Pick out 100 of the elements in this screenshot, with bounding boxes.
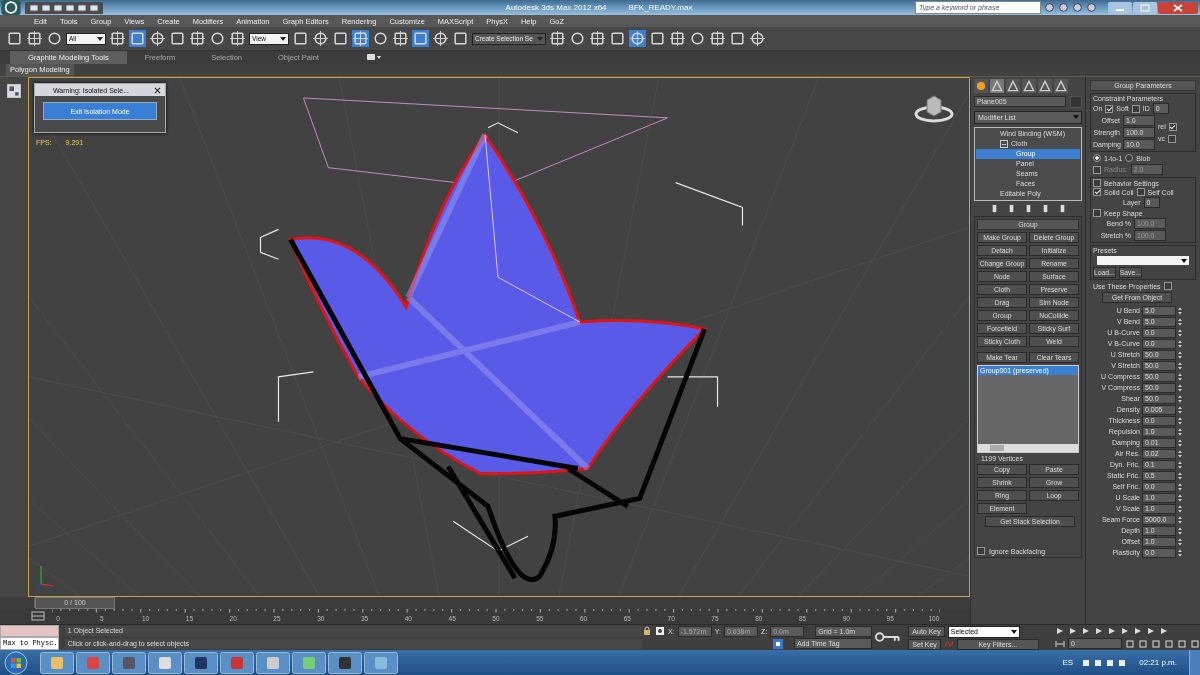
quick-access-icon[interactable]: [77, 2, 87, 13]
quick-access-icon[interactable]: [41, 2, 51, 13]
checkbox[interactable]: [1093, 188, 1101, 196]
checkbox[interactable]: [1093, 209, 1101, 217]
spinner-arrows-icon[interactable]: [1178, 328, 1182, 337]
spinner-arrows-icon[interactable]: [1178, 548, 1182, 557]
navigation-tool-icon[interactable]: [1177, 638, 1187, 649]
app-logo-icon[interactable]: [0, 0, 22, 15]
taskbar-app-icon[interactable]: [256, 651, 290, 674]
toolbar-tool-icon[interactable]: [689, 30, 706, 47]
start-button-icon[interactable]: [4, 650, 28, 675]
spinner-arrows-icon[interactable]: [1178, 361, 1182, 370]
checkbox[interactable]: [1168, 122, 1177, 131]
spinner-arrows-icon[interactable]: [1178, 493, 1182, 502]
taskbar-app-icon[interactable]: [40, 651, 74, 674]
radio-button[interactable]: [1125, 154, 1134, 162]
toolbar-tool-icon[interactable]: [292, 30, 309, 47]
tray-icon[interactable]: [1117, 657, 1128, 668]
tray-icon[interactable]: [1081, 657, 1092, 668]
clock[interactable]: 02:21 p.m.: [1139, 658, 1177, 667]
taskbar-app-icon[interactable]: [328, 651, 362, 674]
panel-tab-icon[interactable]: [1006, 79, 1020, 93]
toolbar-tool-icon[interactable]: [229, 30, 246, 47]
taskbar-app-icon[interactable]: [220, 651, 254, 674]
checkbox[interactable]: [977, 547, 985, 555]
navigation-tool-icon[interactable]: [1138, 638, 1148, 649]
checkbox[interactable]: [1105, 104, 1114, 113]
spinner-arrows-icon[interactable]: [1178, 526, 1182, 535]
radio-button[interactable]: [1093, 154, 1101, 162]
close-icon[interactable]: [154, 86, 161, 94]
quick-access-icon[interactable]: [53, 2, 63, 13]
quick-access-icon[interactable]: [29, 2, 39, 13]
panel-tab-icon[interactable]: [1054, 79, 1068, 93]
spinner-arrows-icon[interactable]: [1178, 460, 1182, 469]
toolbar-tool-icon[interactable]: [129, 30, 146, 47]
ribbon-options-icon[interactable]: [366, 53, 381, 62]
spinner-arrows-icon[interactable]: [1178, 416, 1182, 425]
panel-tab-icon[interactable]: [974, 79, 988, 93]
toolbar-tool-icon[interactable]: [312, 30, 329, 47]
restore-icon[interactable]: [1133, 1, 1157, 14]
checkbox[interactable]: [1168, 134, 1176, 143]
toolbar-tool-icon[interactable]: [629, 30, 646, 47]
tray-icon[interactable]: [1093, 657, 1104, 668]
checkbox[interactable]: [1163, 282, 1172, 290]
help-toolbar-icon[interactable]: [1072, 2, 1083, 13]
spinner-arrows-icon[interactable]: [1178, 372, 1182, 381]
transform-mode-icon[interactable]: [654, 626, 665, 637]
navigation-tool-icon[interactable]: [1164, 638, 1174, 649]
toolbar-tool-icon[interactable]: [46, 30, 63, 47]
toolbar-tool-icon[interactable]: [332, 30, 349, 47]
navigation-tool-icon[interactable]: [1125, 638, 1135, 649]
curve-editor-icon[interactable]: [30, 611, 46, 621]
taskbar-app-icon[interactable]: [76, 651, 110, 674]
panel-tab-icon[interactable]: [1022, 79, 1036, 93]
spinner-arrows-icon[interactable]: [1178, 427, 1182, 436]
checkbox[interactable]: [1131, 104, 1140, 113]
spinner-arrows-icon[interactable]: [1178, 306, 1182, 315]
spinner-arrows-icon[interactable]: [1178, 471, 1182, 480]
lock-icon[interactable]: [641, 626, 652, 637]
spinner-arrows-icon[interactable]: [1178, 383, 1182, 392]
viewport-layout-icon[interactable]: [6, 83, 22, 99]
toolbar-tool-icon[interactable]: [649, 30, 666, 47]
navigation-tool-icon[interactable]: [1151, 638, 1161, 649]
help-toolbar-icon[interactable]: [1086, 2, 1097, 13]
toolbar-tool-icon[interactable]: [352, 30, 369, 47]
spinner-arrows-icon[interactable]: [1178, 515, 1182, 524]
taskbar-app-icon[interactable]: [364, 651, 398, 674]
toolbar-tool-icon[interactable]: [749, 30, 766, 47]
taskbar-app-icon[interactable]: [148, 651, 182, 674]
taskbar-app-icon[interactable]: [112, 651, 146, 674]
spinner-arrows-icon[interactable]: [1178, 317, 1182, 326]
spinner-arrows-icon[interactable]: [1178, 339, 1182, 348]
spinner-arrows-icon[interactable]: [1178, 405, 1182, 414]
minimize-icon[interactable]: [1108, 1, 1132, 14]
toolbar-tool-icon[interactable]: [169, 30, 186, 47]
key-icon[interactable]: [873, 631, 903, 643]
object-color-swatch[interactable]: [1070, 96, 1082, 108]
taskbar-app-icon[interactable]: [184, 651, 218, 674]
checkbox[interactable]: [1136, 188, 1145, 196]
navigation-tool-icon[interactable]: [1190, 638, 1200, 649]
quick-access-icon[interactable]: [89, 2, 99, 13]
toolbar-tool-icon[interactable]: [209, 30, 226, 47]
help-toolbar-icon[interactable]: [1058, 2, 1069, 13]
taskbar-app-icon[interactable]: [292, 651, 326, 674]
spinner-arrows-icon[interactable]: [1178, 537, 1182, 546]
toolbar-tool-icon[interactable]: [26, 30, 43, 47]
close-icon[interactable]: [1158, 1, 1198, 14]
key-mode-toggle-icon[interactable]: [1055, 638, 1065, 649]
toolbar-tool-icon[interactable]: [372, 30, 389, 47]
tray-icon[interactable]: [1105, 657, 1116, 668]
spinner-arrows-icon[interactable]: [1178, 449, 1182, 458]
toolbar-tool-icon[interactable]: [549, 30, 566, 47]
spinner-arrows-icon[interactable]: [1178, 350, 1182, 359]
time-tag-icon[interactable]: [772, 638, 783, 649]
toolbar-tool-icon[interactable]: [392, 30, 409, 47]
toolbar-tool-icon[interactable]: [709, 30, 726, 47]
horizontal-scrollbar[interactable]: [978, 444, 1078, 452]
spinner-arrows-icon[interactable]: [1178, 438, 1182, 447]
maxscript-listener-field[interactable]: [0, 625, 59, 637]
toolbar-tool-icon[interactable]: [452, 30, 469, 47]
